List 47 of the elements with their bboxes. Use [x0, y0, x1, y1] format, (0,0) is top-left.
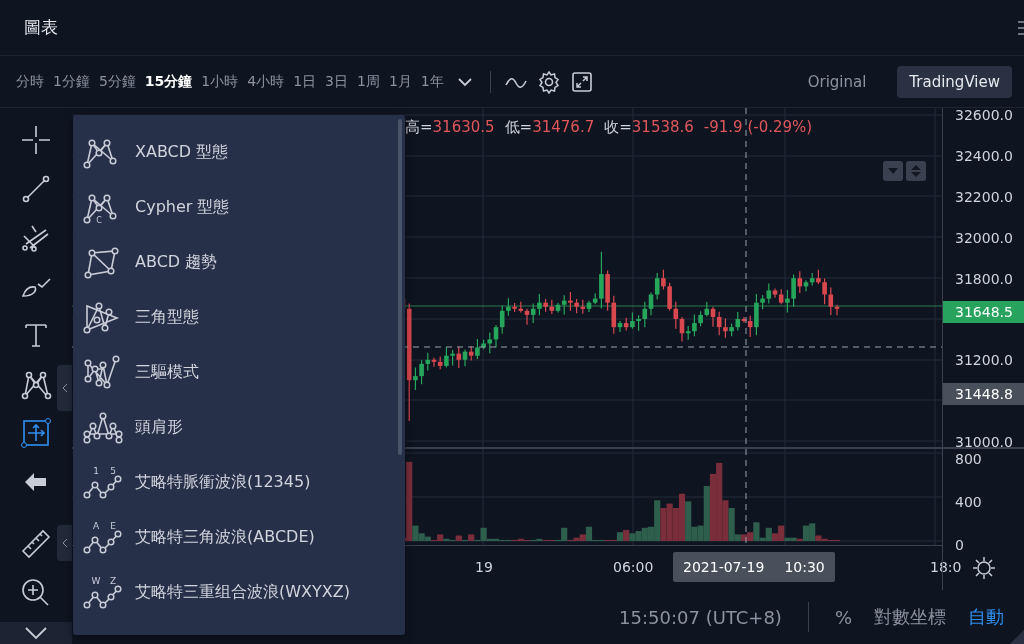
cursor-time-label: 2021-07-19 10:30 — [673, 552, 835, 582]
view-mode-button[interactable]: Original — [795, 65, 879, 98]
page-title: 圖表 — [24, 16, 58, 39]
pattern-menu-item[interactable]: ABCD 趨勢 — [73, 235, 405, 290]
interval-tab[interactable]: 1日 — [293, 72, 317, 91]
interval-tab[interactable]: 1月 — [388, 72, 412, 91]
legend-value: 收=31538.6 — [604, 118, 694, 137]
interval-tab[interactable]: 1年 — [420, 72, 444, 91]
interval-tab[interactable]: 1分鐘 — [53, 72, 90, 91]
interval-tab[interactable]: 4小時 — [247, 72, 285, 91]
price-axis-label: 31200.0 — [954, 351, 1013, 371]
pattern-menu-item[interactable]: 三角型態 — [73, 290, 405, 345]
price-axis-label: 32400.0 — [954, 147, 1013, 167]
pattern-menu-item[interactable]: 1 5 艾略特脈衝波浪(12345) — [73, 455, 405, 510]
interval-tab[interactable]: 分時 — [16, 72, 44, 91]
last-price-badge: 31648.5 — [943, 301, 1024, 323]
view-mode-button[interactable]: TradingView — [897, 65, 1012, 98]
cursor-price-badge: 31448.8 — [943, 382, 1024, 405]
pattern-menu-item[interactable]: W Z 艾略特三重组合波浪(WXYXZ) — [73, 565, 405, 620]
time-axis-label: 18:0 — [930, 559, 962, 575]
price-axis-label: 31000.0 — [954, 432, 1013, 447]
auto-scale-toggle[interactable]: 自動 — [968, 605, 1004, 629]
pattern-menu-item[interactable]: C Cypher 型態 — [73, 180, 405, 235]
volume-axis-label: 800 — [954, 449, 982, 469]
time-axis-label: 06:00 — [613, 559, 654, 575]
volume-axis-label: 400 — [954, 492, 982, 512]
status-time: 15:50:07 (UTC+8) — [619, 606, 782, 628]
pattern-menu-item[interactable]: 頭肩形 — [73, 400, 405, 455]
legend-value: 低=31476.7 — [504, 118, 595, 137]
pattern-menu-item[interactable]: A E 艾略特三角波浪(ABCDE) — [73, 510, 405, 565]
price-axis-label: 32600.0 — [954, 108, 1013, 126]
price-axis-label: 32000.0 — [954, 228, 1013, 248]
legend-value: 高=31630.5 — [405, 118, 495, 137]
volume-axis-label: 0 — [954, 535, 964, 555]
interval-tab[interactable]: 15分鐘 — [144, 72, 193, 91]
interval-tab[interactable]: 3日 — [325, 72, 348, 91]
price-axis-label: 32200.0 — [954, 188, 1013, 207]
legend-change: -91.9 (-0.29%) — [703, 118, 813, 137]
price-axis-label: 31800.0 — [954, 269, 1013, 289]
percent-toggle[interactable]: % — [834, 606, 852, 628]
time-axis-label: 19 — [475, 559, 493, 575]
interval-tab[interactable]: 5分鐘 — [98, 72, 136, 91]
pattern-menu-item[interactable]: 三驅模式 — [73, 345, 405, 400]
pattern-menu-item[interactable]: XABCD 型態 — [73, 125, 405, 180]
interval-tab[interactable]: 1小時 — [201, 72, 239, 91]
interval-tab[interactable]: 1周 — [357, 72, 380, 91]
log-scale-toggle[interactable]: 對數坐標 — [874, 605, 946, 629]
